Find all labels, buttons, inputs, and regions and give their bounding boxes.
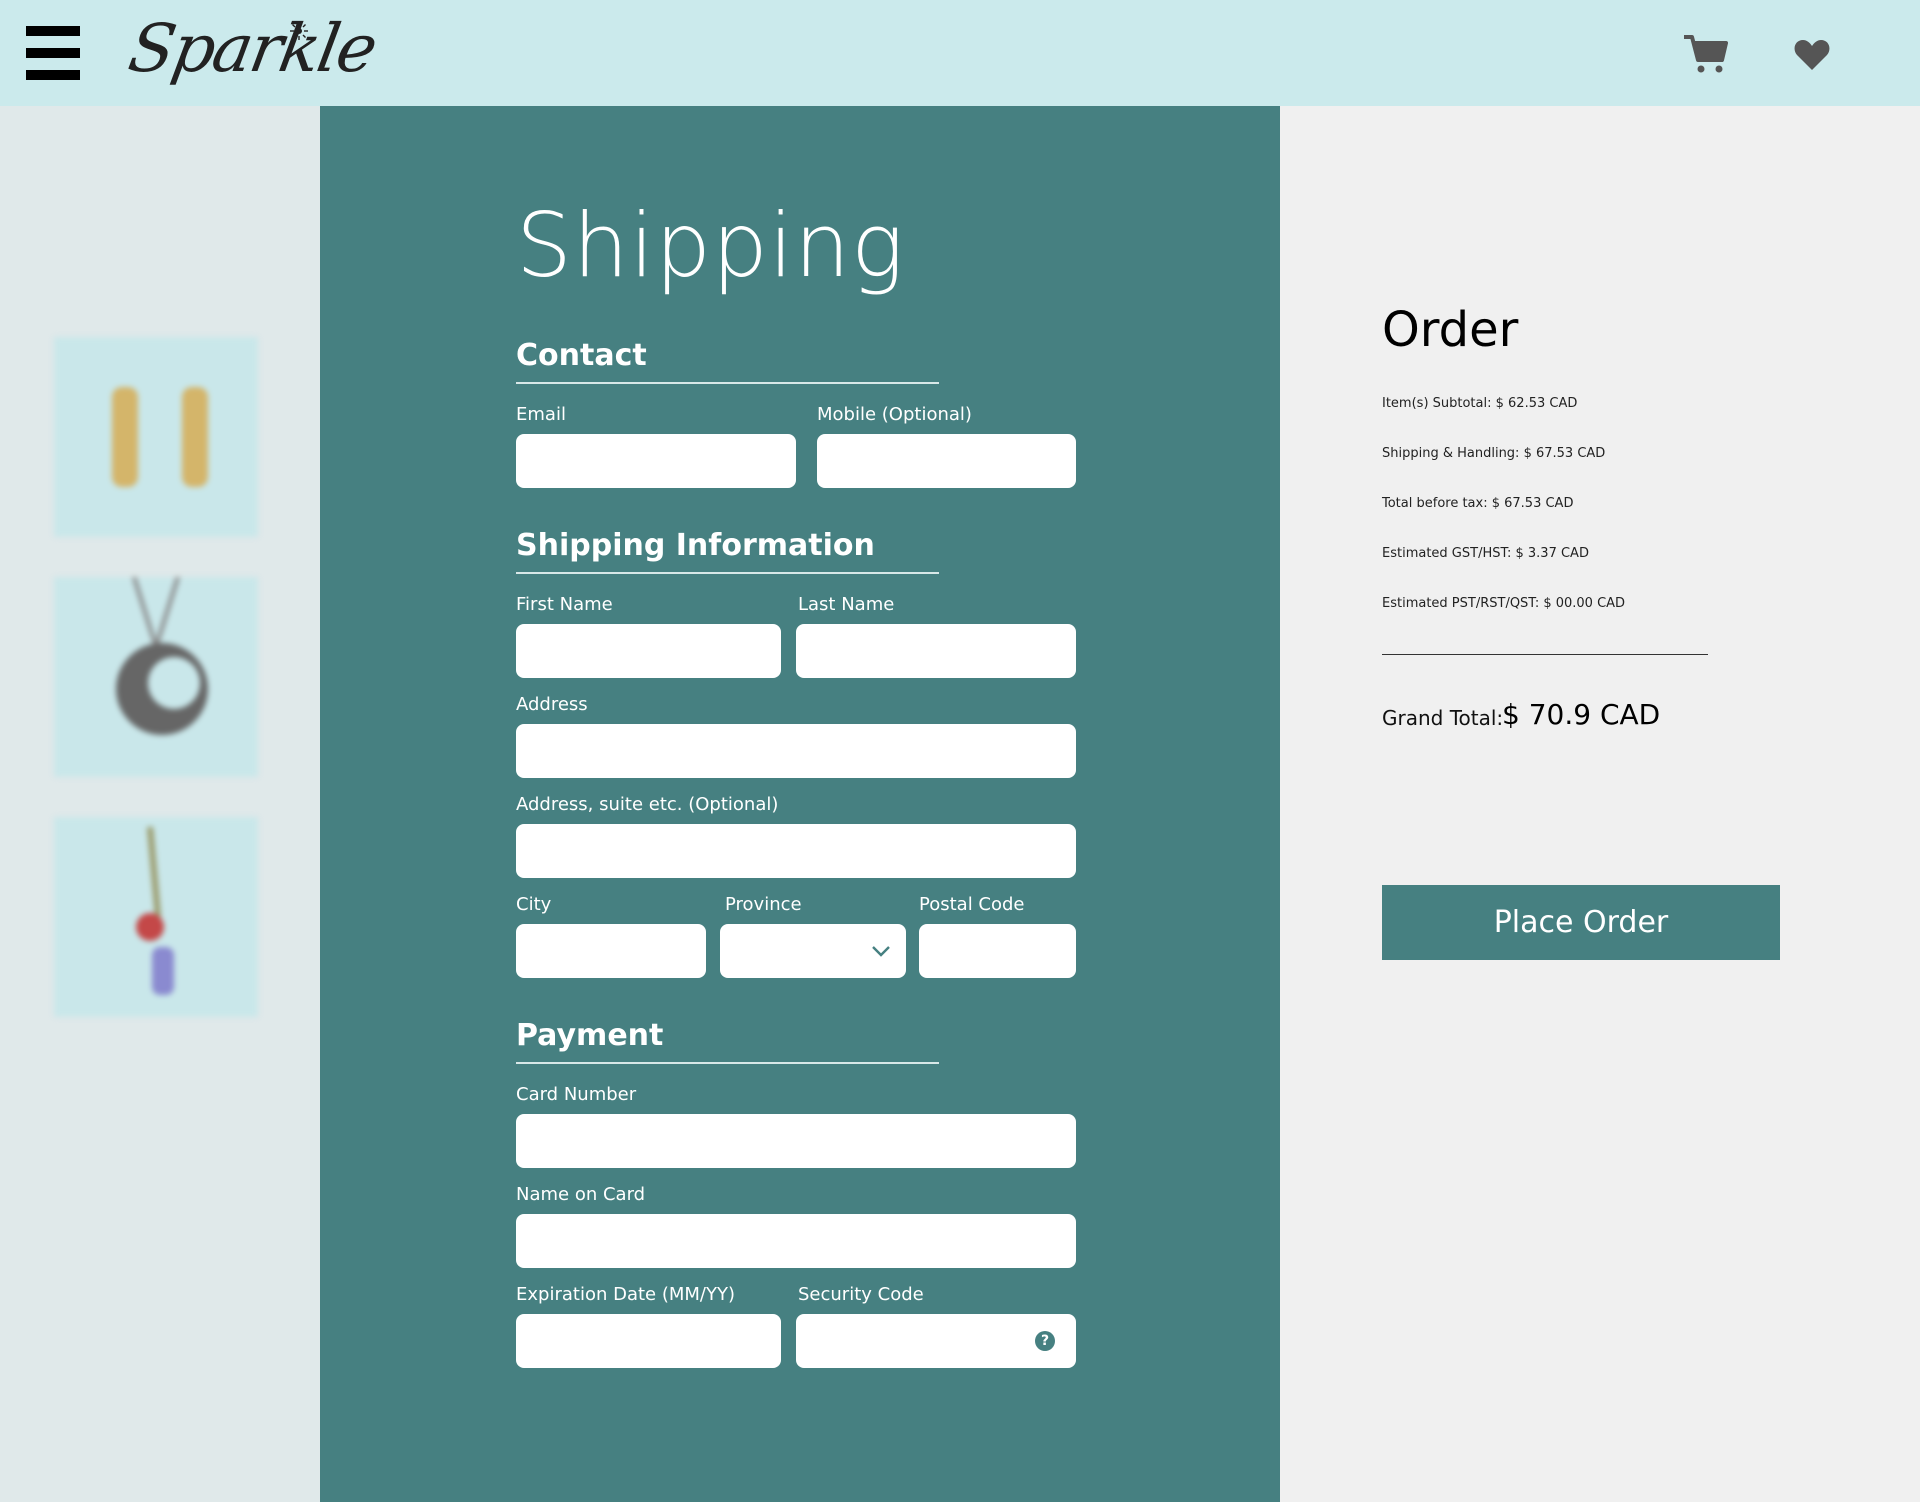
- order-pst-rst-qst: Estimated PST/RST/QST: $ 00.00 CAD: [1382, 596, 1626, 611]
- order-gst-hst: Estimated GST/HST: $ 3.37 CAD: [1382, 546, 1589, 561]
- email-label: Email: [516, 404, 566, 425]
- security-code-label: Security Code: [798, 1284, 924, 1305]
- chevron-down-icon: [872, 946, 890, 957]
- cart-icon[interactable]: [1684, 32, 1728, 76]
- province-select[interactable]: [720, 924, 906, 978]
- card-number-field[interactable]: [516, 1114, 1076, 1168]
- sparkle-star-icon: [290, 22, 308, 40]
- order-divider: [1382, 654, 1708, 655]
- page-title: Shipping: [516, 194, 905, 297]
- section-divider: [516, 1062, 939, 1064]
- hamburger-bar: [26, 26, 80, 36]
- city-field[interactable]: [516, 924, 706, 978]
- hamburger-bar: [26, 70, 80, 80]
- expiration-date-field[interactable]: [516, 1314, 781, 1368]
- address2-field[interactable]: [516, 824, 1076, 878]
- hamburger-menu-icon[interactable]: [26, 26, 80, 82]
- contact-section-heading: Contact: [516, 338, 647, 373]
- sparkle-logo[interactable]: Sparkle: [123, 10, 381, 96]
- province-label: Province: [725, 894, 802, 915]
- shipping-info-section-heading: Shipping Information: [516, 528, 875, 563]
- logo-text: Sparkle: [123, 10, 382, 87]
- shipping-form-panel: Shipping Contact Email Mobile (Optional)…: [320, 106, 1280, 1502]
- product-thumbnail-charm: [54, 817, 258, 1017]
- order-title: Order: [1382, 302, 1519, 358]
- top-nav-bar: Sparkle: [0, 0, 1920, 106]
- postal-code-label: Postal Code: [919, 894, 1025, 915]
- security-code-field[interactable]: [796, 1314, 1076, 1368]
- email-field[interactable]: [516, 434, 796, 488]
- grand-total-value: $ 70.9 CAD: [1502, 698, 1661, 731]
- expiration-date-label: Expiration Date (MM/YY): [516, 1284, 735, 1305]
- section-divider: [516, 572, 939, 574]
- product-thumbnail-earrings: [54, 337, 258, 537]
- product-thumbnail-pendant: [54, 576, 258, 777]
- grand-total-label: Grand Total:: [1382, 706, 1504, 730]
- address-field[interactable]: [516, 724, 1076, 778]
- address-label: Address: [516, 694, 588, 715]
- name-on-card-label: Name on Card: [516, 1184, 646, 1205]
- question-circle-icon[interactable]: ?: [1035, 1331, 1055, 1351]
- hamburger-bar: [26, 48, 80, 58]
- heart-icon[interactable]: [1794, 38, 1830, 72]
- order-subtotal: Item(s) Subtotal: $ 62.53 CAD: [1382, 396, 1578, 411]
- card-number-label: Card Number: [516, 1084, 637, 1105]
- payment-section-heading: Payment: [516, 1018, 664, 1053]
- postal-code-field[interactable]: [919, 924, 1076, 978]
- order-shipping-handling: Shipping & Handling: $ 67.53 CAD: [1382, 446, 1606, 461]
- city-label: City: [516, 894, 552, 915]
- mobile-label: Mobile (Optional): [817, 404, 972, 425]
- last-name-label: Last Name: [798, 594, 895, 615]
- place-order-button[interactable]: Place Order: [1382, 885, 1780, 960]
- first-name-label: First Name: [516, 594, 613, 615]
- first-name-field[interactable]: [516, 624, 781, 678]
- order-total-before-tax: Total before tax: $ 67.53 CAD: [1382, 496, 1574, 511]
- product-thumbnail-strip: [0, 106, 320, 1502]
- section-divider: [516, 382, 939, 384]
- address2-label: Address, suite etc. (Optional): [516, 794, 779, 815]
- mobile-field[interactable]: [817, 434, 1076, 488]
- last-name-field[interactable]: [796, 624, 1076, 678]
- name-on-card-field[interactable]: [516, 1214, 1076, 1268]
